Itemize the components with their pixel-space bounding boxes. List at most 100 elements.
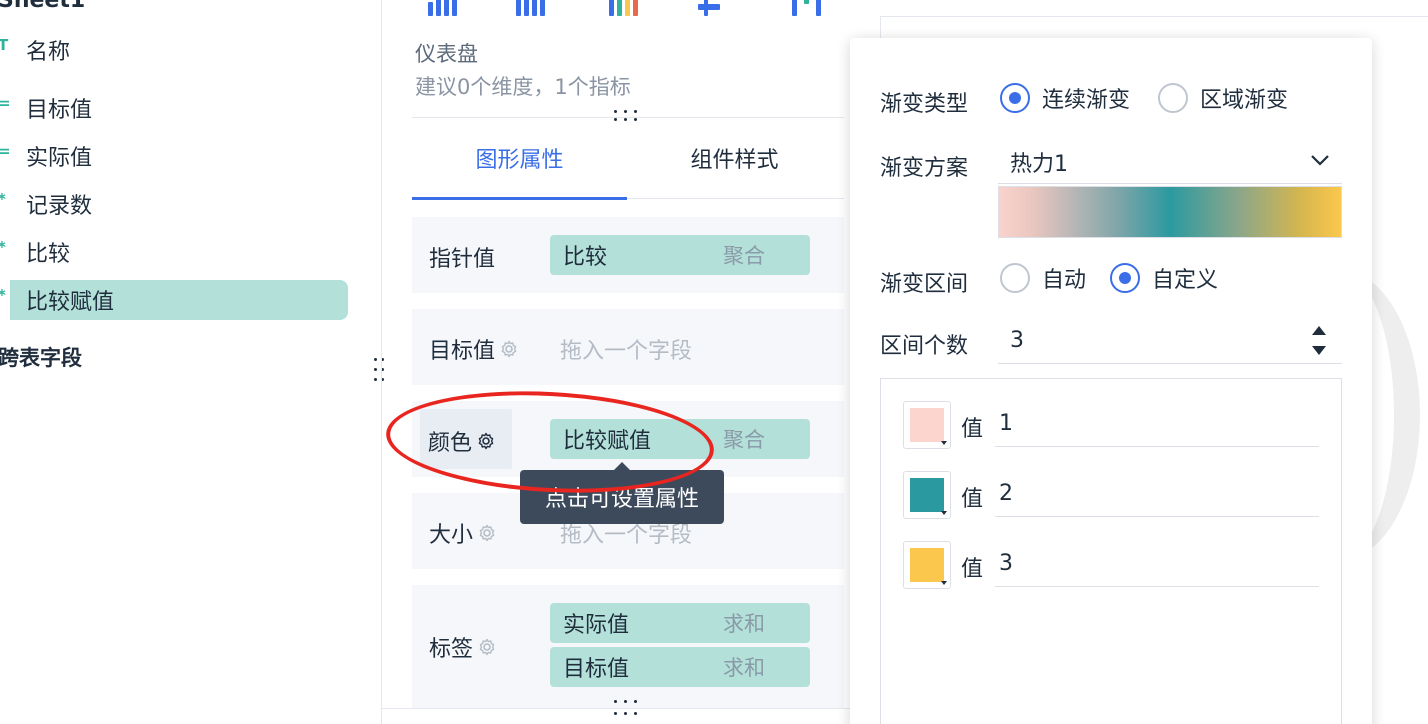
gradient-range-label: 渐变区间	[880, 272, 969, 297]
radio-label: 连续渐变	[1042, 88, 1131, 113]
select-value: 热力1	[1010, 152, 1068, 177]
pointer-value-label: 指针值	[429, 247, 496, 272]
field-item-compare[interactable]: * 比较	[0, 232, 348, 272]
calculated-field-icon: *	[0, 240, 10, 255]
radio-label: 自动	[1042, 268, 1087, 293]
cross-table-fields-title[interactable]: 跨表字段	[0, 342, 82, 372]
field-item-target[interactable]: = 目标值	[0, 88, 348, 128]
dropdown-arrow-icon	[941, 581, 947, 585]
color-field-chip[interactable]: 比较赋值 聚合	[550, 419, 810, 459]
interval-count-stepper[interactable]: 3	[998, 318, 1342, 364]
section-resize-handle[interactable]	[614, 110, 644, 116]
value-input[interactable]: 1	[995, 401, 1319, 447]
interval-value-row: 值 2	[903, 471, 1323, 521]
pointer-field-chip[interactable]: 比较 聚合	[550, 235, 810, 275]
field-label: 比较	[26, 242, 71, 267]
swatch-color	[910, 478, 944, 512]
interval-values-list: 值 1 值 2 值 3	[880, 378, 1342, 724]
chip-aggregation[interactable]: 聚合	[723, 240, 765, 270]
calculated-field-icon: *	[0, 192, 10, 207]
value-label: 值	[961, 557, 984, 582]
range-bar-chart-icon[interactable]	[790, 0, 826, 16]
field-label: 记录数	[26, 194, 93, 219]
chip-field-name: 实际值	[563, 613, 630, 638]
sheet-title[interactable]: Sheet1	[0, 0, 85, 13]
bottom-resize-handle[interactable]	[614, 700, 644, 706]
dropdown-arrow-icon	[941, 441, 947, 445]
value-label: 值	[961, 417, 984, 442]
field-item-actual[interactable]: = 实际值	[0, 136, 348, 176]
field-label: 实际值	[26, 146, 93, 171]
gradient-preview-bar	[998, 186, 1342, 238]
dropdown-arrow-icon	[941, 511, 947, 515]
number-type-icon: =	[0, 94, 11, 112]
decrement-arrow-icon[interactable]	[1312, 346, 1326, 355]
radio-checked-icon	[1110, 263, 1140, 293]
gear-icon[interactable]	[477, 637, 497, 657]
interval-count-label: 区间个数	[880, 334, 969, 359]
increment-arrow-icon[interactable]	[1312, 326, 1326, 335]
bar-chart-icon[interactable]	[426, 0, 462, 16]
value-input[interactable]: 2	[995, 471, 1319, 517]
chip-aggregation[interactable]: 求和	[723, 652, 765, 682]
tab-graphic-properties[interactable]: 图形属性	[412, 118, 627, 200]
color-label[interactable]: 颜色	[428, 425, 496, 457]
radio-checked-icon	[1000, 83, 1030, 113]
field-list-panel: Sheet1 T 名称 = 目标值 = 实际值 * 记录数 * 比较 * 比较赋…	[0, 0, 384, 724]
gradient-type-label: 渐变类型	[880, 92, 969, 117]
gradient-scheme-select[interactable]: 热力1	[998, 138, 1342, 184]
label-field-chip-target[interactable]: 目标值 求和	[550, 647, 810, 687]
value-label: 值	[961, 487, 984, 512]
radio-continuous-gradient[interactable]: 连续渐变	[1000, 82, 1130, 114]
field-label: 目标值	[26, 98, 93, 123]
color-settings-popup: 渐变类型 连续渐变 区域渐变 渐变方案 热力1 渐变区间 自动 自定义 区间个数…	[850, 38, 1372, 724]
pointer-value-row: 指针值 比较 聚合	[412, 217, 844, 293]
gear-icon[interactable]	[499, 339, 519, 359]
label-row: 标签 实际值 求和 目标值 求和	[412, 585, 844, 709]
chart-type-icons	[422, 0, 852, 18]
label-field-chip-actual[interactable]: 实际值 求和	[550, 603, 810, 643]
color-swatch-picker[interactable]	[903, 401, 951, 449]
bottom-resize-handle-lower[interactable]	[614, 712, 644, 718]
interval-value-row: 值 3	[903, 541, 1323, 591]
color-swatch-picker[interactable]	[903, 541, 951, 589]
target-drop-zone[interactable]: 拖入一个字段	[560, 333, 692, 365]
chart-type-name: 仪表盘	[415, 42, 478, 66]
panel-bottom-border	[382, 708, 852, 709]
settings-tooltip: 点击可设置属性	[520, 462, 724, 524]
color-swatch-picker[interactable]	[903, 471, 951, 519]
gear-icon[interactable]	[477, 523, 497, 543]
chip-aggregation[interactable]: 求和	[723, 608, 765, 638]
gear-icon[interactable]	[476, 431, 496, 451]
field-item-compare-assign[interactable]: * 比较赋值	[0, 280, 348, 320]
radio-unchecked-icon	[1000, 263, 1030, 293]
chart-config-panel: 仪表盘 建议0个维度，1个指标 图形属性 组件样式 指针值 比较 聚合 目标值	[382, 0, 852, 724]
chip-aggregation[interactable]: 聚合	[723, 424, 765, 454]
radio-custom-range[interactable]: 自定义	[1110, 262, 1218, 294]
radio-label: 自定义	[1152, 268, 1219, 293]
value-input[interactable]: 3	[995, 541, 1319, 587]
radio-label: 区域渐变	[1200, 88, 1289, 113]
field-label: 名称	[26, 40, 71, 65]
horizontal-bar-chart-icon[interactable]	[698, 0, 734, 16]
field-item-record-count[interactable]: * 记录数	[0, 184, 348, 224]
chart-type-hint: 建议0个维度，1个指标	[415, 75, 631, 99]
radio-auto-range[interactable]: 自动	[1000, 262, 1086, 294]
tab-component-style[interactable]: 组件样式	[627, 118, 842, 198]
size-label: 大小	[429, 517, 497, 549]
grouped-bar-chart-icon[interactable]	[514, 0, 550, 16]
text-type-icon: T	[0, 36, 9, 54]
multi-color-bar-chart-icon[interactable]	[607, 0, 643, 16]
interval-value-row: 值 1	[903, 401, 1323, 451]
number-type-icon: =	[0, 142, 11, 160]
radio-unchecked-icon	[1158, 83, 1188, 113]
field-item-name[interactable]: T 名称	[0, 30, 348, 70]
calculated-field-icon: *	[0, 288, 10, 303]
app-root: Sheet1 T 名称 = 目标值 = 实际值 * 记录数 * 比较 * 比较赋…	[0, 0, 1428, 724]
label-label: 标签	[429, 631, 497, 663]
stepper-value: 3	[1010, 328, 1024, 353]
field-label: 比较赋值	[26, 290, 115, 315]
radio-area-gradient[interactable]: 区域渐变	[1158, 82, 1288, 114]
swatch-color	[910, 548, 944, 582]
chip-field-name: 比较	[563, 245, 608, 270]
